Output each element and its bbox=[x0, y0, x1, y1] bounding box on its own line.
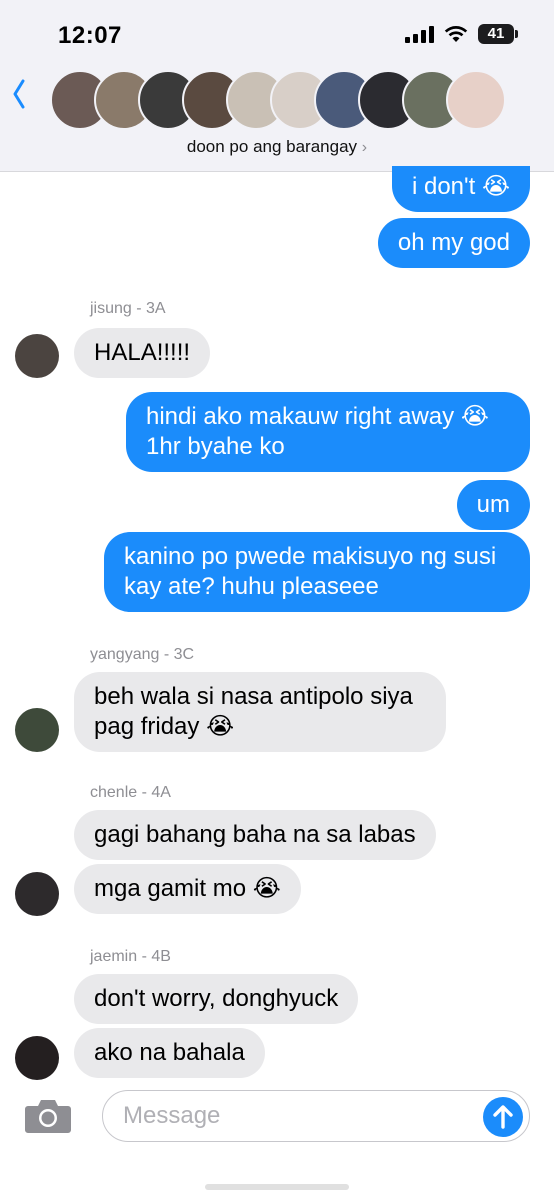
chevron-left-icon bbox=[13, 79, 25, 109]
sender-name: chenle - 4A bbox=[90, 784, 171, 801]
avatar[interactable] bbox=[15, 334, 59, 378]
message-bubble-outgoing[interactable]: um bbox=[456, 480, 530, 530]
sender-name: jisung - 3A bbox=[90, 300, 166, 317]
avatar[interactable] bbox=[15, 1036, 59, 1080]
message-bubble-outgoing[interactable]: hindi ako makauw right away 😭 1hr byahe … bbox=[126, 392, 530, 472]
home-indicator bbox=[205, 1184, 349, 1190]
sender-name: yangyang - 3C bbox=[90, 646, 195, 663]
message-bubble-incoming[interactable]: beh wala si nasa antipolo siya pag frida… bbox=[74, 672, 446, 752]
group-name-label: doon po ang barangay bbox=[186, 137, 358, 156]
back-button[interactable] bbox=[12, 76, 26, 116]
camera-icon bbox=[25, 1100, 71, 1133]
wifi-icon bbox=[444, 26, 468, 42]
arrow-up-icon bbox=[493, 1105, 513, 1129]
chevron-right-icon: › bbox=[361, 139, 368, 156]
message-bubble-incoming[interactable]: don't worry, donghyuck bbox=[74, 974, 359, 1024]
conversation-header: 12:07 41 doon po ang barangay › bbox=[0, 0, 554, 172]
message-bubble-outgoing[interactable]: oh my god bbox=[377, 218, 530, 268]
message-bubble-incoming[interactable]: ako na bahala bbox=[74, 1028, 265, 1078]
status-icons: 41 bbox=[405, 24, 518, 44]
message-input[interactable] bbox=[123, 1099, 463, 1133]
send-button[interactable] bbox=[483, 1097, 523, 1137]
avatar[interactable] bbox=[15, 872, 59, 916]
camera-button[interactable] bbox=[24, 1098, 72, 1134]
status-time: 12:07 bbox=[58, 22, 122, 49]
group-name[interactable]: doon po ang barangay › bbox=[0, 137, 554, 157]
message-bubble-incoming[interactable]: mga gamit mo 😭 bbox=[74, 864, 301, 914]
message-input-container bbox=[102, 1090, 530, 1142]
message-bubble-incoming[interactable]: HALA!!!!! bbox=[74, 328, 211, 378]
avatar[interactable] bbox=[15, 708, 59, 752]
battery-icon: 41 bbox=[478, 24, 518, 44]
message-bubble-outgoing[interactable]: kanino po pwede makisuyo ng susi kay ate… bbox=[104, 532, 530, 612]
message-bubble-outgoing[interactable]: i don't 😭 bbox=[391, 166, 530, 212]
message-bubble-incoming[interactable]: gagi bahang baha na sa labas bbox=[74, 810, 436, 860]
cellular-signal-icon bbox=[405, 25, 434, 43]
group-member-avatar bbox=[446, 70, 506, 130]
sender-name: jaemin - 4B bbox=[90, 948, 171, 965]
group-avatars[interactable] bbox=[50, 70, 506, 130]
